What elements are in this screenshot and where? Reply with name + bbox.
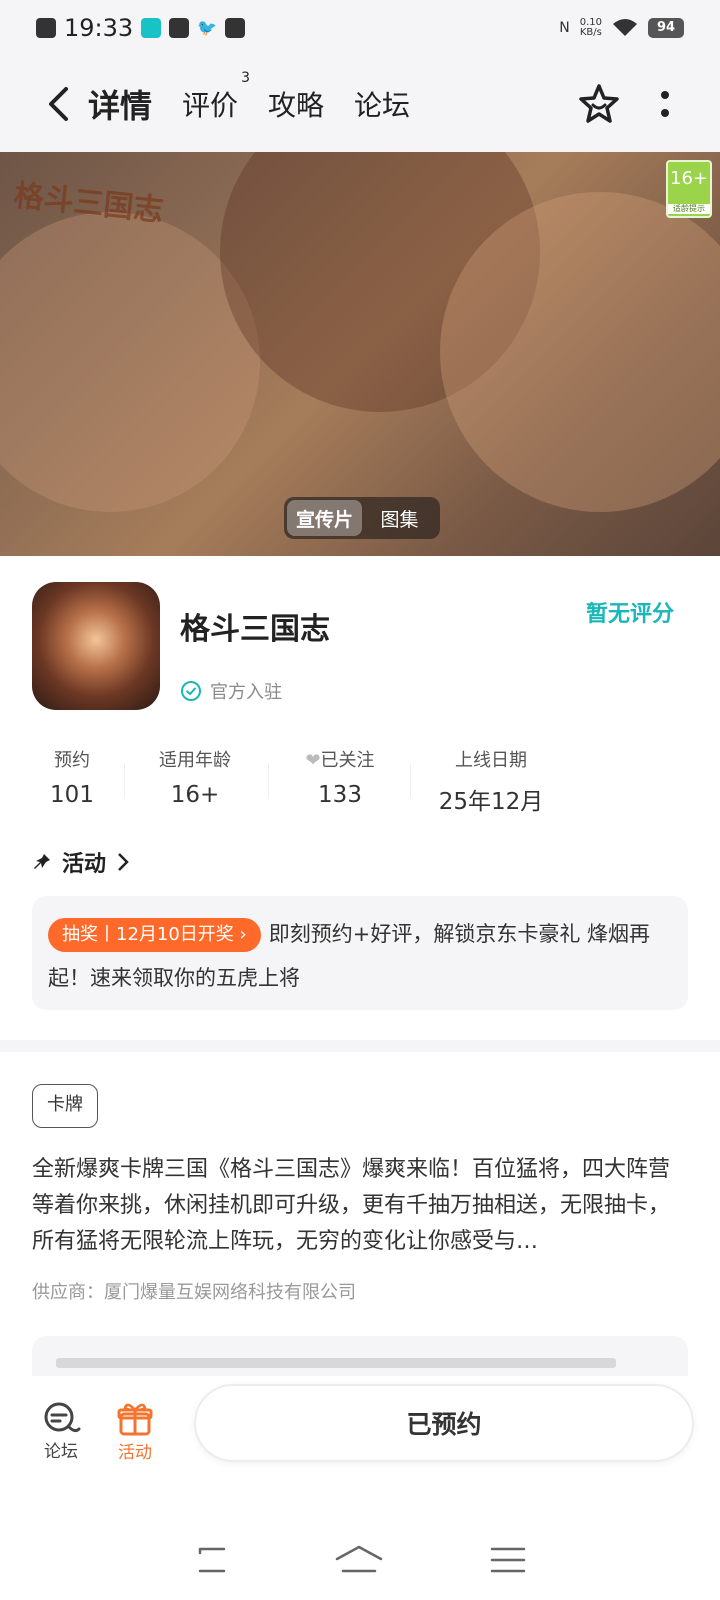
chevron-right-icon — [118, 853, 129, 871]
age-rating-note: 适龄提示 — [668, 204, 710, 214]
activity-heading: 活动 — [62, 852, 107, 877]
activity-button[interactable]: 活动 — [98, 1400, 172, 1463]
activity-card[interactable]: 抽奖丨12月10日开奖 › 即刻预约+好评，解锁京东卡豪礼 烽烟再起！速来领取你的… — [32, 896, 688, 1010]
forum-chat-icon — [44, 1402, 81, 1432]
favorite-star-icon[interactable] — [578, 83, 620, 125]
rating-text[interactable]: 暂无评分 — [586, 596, 674, 628]
stat-followers-value: 133 — [318, 782, 362, 808]
official-badge: 官方入驻 — [180, 678, 282, 704]
tab-guides[interactable]: 攻略 — [268, 84, 324, 124]
top-nav: 详情 评价 3 攻略 论坛 — [0, 56, 720, 152]
age-rating-value: 16+ — [670, 168, 708, 189]
more-options-icon[interactable] — [660, 89, 670, 119]
status-time: 19:33 — [64, 14, 134, 42]
system-nav-bar — [0, 1520, 720, 1600]
tab-reviews-label: 评价 — [182, 89, 239, 122]
review-count-badge: 3 — [241, 70, 251, 86]
stat-followers-label-text: 已关注 — [320, 750, 375, 771]
stat-followers[interactable]: ❤已关注 133 — [292, 746, 388, 808]
tab-details[interactable]: 详情 — [83, 81, 157, 133]
stat-followers-label: ❤已关注 — [292, 746, 388, 772]
lottery-badge-text: 抽奖丨12月10日开奖 — [62, 924, 234, 945]
bird-icon: 🐦 — [197, 18, 218, 37]
stats-row: 预约 101 适用年龄 16+ ❤已关注 133 上线日期 25年12月 — [0, 746, 720, 826]
notification-icon — [36, 18, 56, 38]
stat-reservations-label: 预约 — [54, 750, 90, 771]
official-label: 官方入驻 — [210, 682, 282, 703]
stat-divider — [268, 764, 269, 798]
pin-icon — [34, 854, 50, 869]
tab-forum-label: 论坛 — [354, 89, 411, 122]
activity-header[interactable]: 活动 — [32, 846, 130, 878]
banner-logo-text: 格斗三国志 — [12, 178, 166, 229]
tab-details-label: 详情 — [88, 87, 153, 125]
supplier-text: 供应商：厦门爆量互娱网络科技有限公司 — [32, 1282, 356, 1303]
lottery-badge[interactable]: 抽奖丨12月10日开奖 › — [48, 918, 261, 952]
stat-age-label: 适用年龄 — [159, 750, 231, 771]
media-toggle: 宣传片 图集 — [284, 497, 440, 539]
verified-check-icon — [181, 681, 201, 701]
stat-reservations-value: 101 — [50, 782, 94, 808]
toggle-video[interactable]: 宣传片 — [287, 500, 362, 536]
stat-release-value: 25年12月 — [438, 789, 544, 815]
game-description[interactable]: 全新爆爽卡牌三国《格斗三国志》爆爽来临！百位猛将，四大阵营等着你来挑，休闲挂机即… — [32, 1152, 688, 1260]
network-speed: 0.10 KB/s — [579, 17, 602, 38]
forum-button[interactable]: 论坛 — [24, 1401, 98, 1462]
nfc-icon: N — [559, 20, 570, 36]
stat-release-label: 上线日期 — [455, 750, 527, 771]
promo-banner[interactable]: 格斗三国志 16+ 适龄提示 — [0, 152, 720, 556]
vivo-icon — [225, 18, 246, 38]
genre-tag[interactable]: 卡牌 — [32, 1084, 98, 1128]
stat-age-value: 16+ — [170, 782, 220, 808]
game-icon — [32, 582, 160, 710]
peek-text-placeholder — [56, 1358, 616, 1368]
reserved-button[interactable]: 已预约 — [194, 1384, 694, 1462]
battery-icon: 94 — [648, 18, 684, 38]
section-separator — [0, 1040, 720, 1052]
forum-label: 论坛 — [44, 1441, 78, 1462]
system-back-icon[interactable] — [194, 1545, 228, 1575]
toggle-gallery[interactable]: 图集 — [362, 500, 437, 536]
status-bar: 19:33 🐦 N 0.10 KB/s 94 — [0, 0, 720, 56]
back-arrow-icon — [49, 87, 68, 121]
system-menu-icon[interactable] — [490, 1545, 526, 1575]
bottom-action-bar: 论坛 活动 已预约 — [0, 1376, 720, 1486]
stat-divider — [410, 764, 411, 798]
gift-icon — [117, 1403, 153, 1435]
system-home-icon[interactable] — [335, 1545, 383, 1575]
tab-reviews[interactable]: 评价 3 — [182, 70, 250, 124]
stat-age: 适用年龄 16+ — [150, 746, 240, 808]
game-name: 格斗三国志 — [180, 612, 330, 647]
age-rating-badge: 16+ 适龄提示 — [666, 160, 712, 218]
stat-release-date: 上线日期 25年12月 — [436, 746, 546, 816]
message-icon — [169, 18, 190, 38]
activity-label: 活动 — [118, 1442, 152, 1463]
wifi-icon — [613, 19, 637, 36]
stat-divider — [124, 764, 125, 798]
taptap-icon — [141, 18, 162, 38]
stat-reservations: 预约 101 — [44, 746, 100, 808]
tab-forum[interactable]: 论坛 — [354, 84, 410, 124]
tab-guides-label: 攻略 — [268, 89, 325, 122]
status-right: N 0.10 KB/s 94 — [559, 18, 684, 38]
back-button[interactable] — [28, 74, 88, 134]
heart-icon: ❤ — [305, 750, 321, 771]
